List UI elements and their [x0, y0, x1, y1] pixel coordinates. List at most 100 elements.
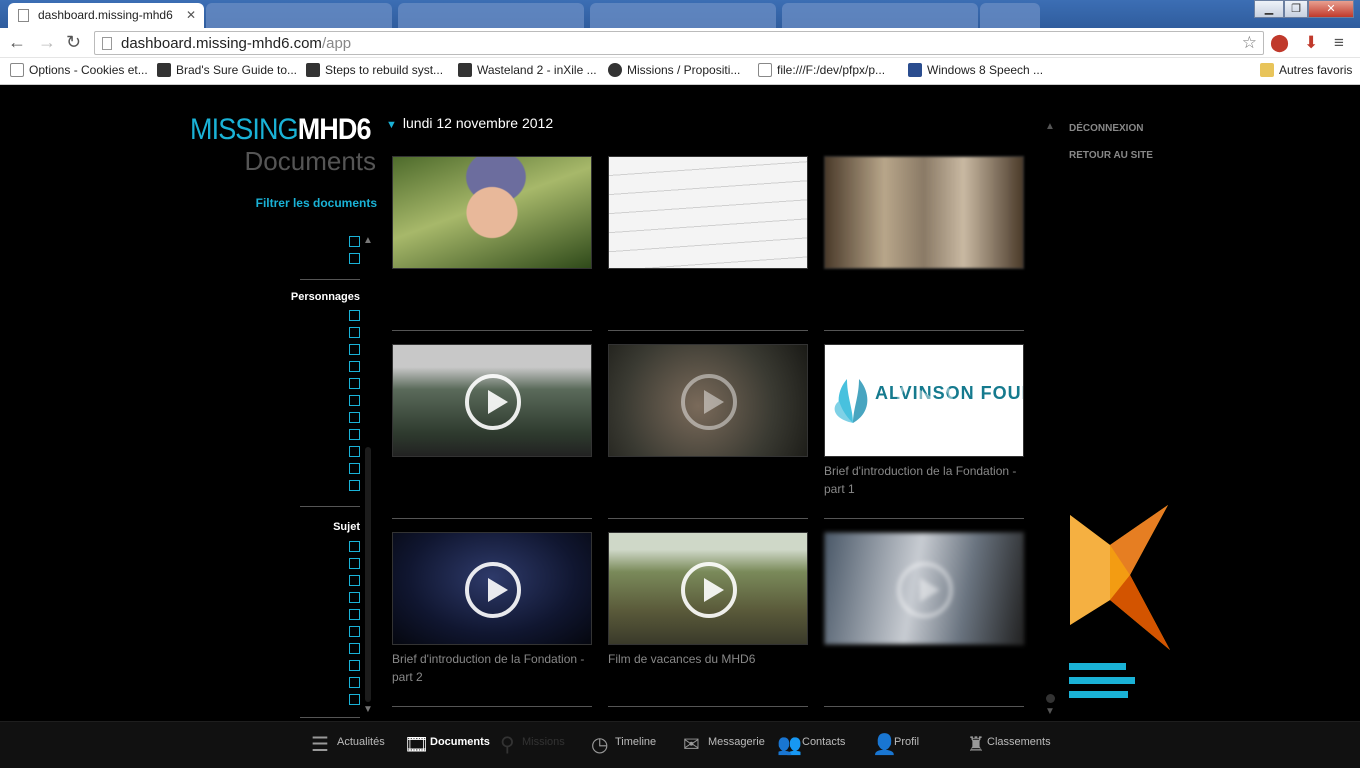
bookmark-1[interactable]: Brad's Sure Guide to... [157, 63, 297, 77]
filter-item[interactable] [200, 478, 360, 495]
back-to-site-link[interactable]: RETOUR AU SITE [1069, 150, 1153, 161]
filter-checkbox[interactable] [349, 694, 360, 705]
filter-checkbox[interactable] [349, 429, 360, 440]
maximize-icon[interactable]: ❐ [1284, 0, 1308, 18]
document-thumbnail[interactable] [608, 344, 808, 457]
hamburger-menu-icon[interactable] [1069, 663, 1135, 699]
filter-checkbox[interactable] [349, 609, 360, 620]
document-thumbnail[interactable] [824, 532, 1024, 645]
nav-contacts[interactable]: 👥 Contacts [777, 722, 857, 768]
filter-checkbox[interactable] [349, 327, 360, 338]
tab-background-3[interactable] [590, 3, 776, 28]
close-tab-icon[interactable]: ✕ [186, 3, 196, 28]
filter-checkbox[interactable] [349, 344, 360, 355]
nav-classements[interactable]: ♜ Classements [967, 722, 1057, 768]
filter-checkbox[interactable] [349, 463, 360, 474]
play-icon[interactable] [897, 562, 953, 618]
filter-item[interactable] [200, 325, 360, 342]
nav-profil[interactable]: 👤 Profil [872, 722, 932, 768]
tab-active[interactable]: dashboard.missing-mhd6 ✕ [8, 3, 204, 28]
filter-item[interactable] [200, 539, 360, 556]
adblock-icon[interactable]: ⬤ [1270, 33, 1289, 53]
document-card[interactable]: Brief d'introduction de la Fondation - p… [392, 532, 592, 708]
nav-timeline[interactable]: ◷ Timeline [591, 722, 671, 768]
filter-checkbox[interactable] [349, 378, 360, 389]
tab-background-1[interactable] [206, 3, 392, 28]
scroll-thumb[interactable] [365, 447, 371, 702]
document-thumbnail[interactable] [608, 532, 808, 645]
filter-item[interactable] [200, 624, 360, 641]
document-card[interactable] [824, 532, 1024, 708]
filter-item[interactable] [200, 308, 360, 325]
filter-checkbox[interactable] [349, 575, 360, 586]
menu-icon[interactable]: ≡ [1334, 33, 1344, 53]
filter-checkbox[interactable] [349, 253, 360, 264]
tab-background-2[interactable] [398, 3, 584, 28]
document-thumbnail[interactable] [824, 156, 1024, 269]
filter-checkbox[interactable] [349, 660, 360, 671]
date-selector[interactable]: ▼ lundi 12 novembre 2012 [386, 115, 553, 131]
filter-checkbox[interactable] [349, 310, 360, 321]
nav-messagerie[interactable]: ✉ Messagerie [683, 722, 773, 768]
other-bookmarks[interactable]: Autres favoris [1260, 63, 1352, 77]
tab-background-4[interactable] [782, 3, 978, 28]
filter-checkbox[interactable] [349, 395, 360, 406]
new-tab-button[interactable] [980, 3, 1040, 28]
document-card[interactable]: ALVINSON FOUNDATION Brief d'introduction… [824, 344, 1024, 520]
filter-scrollbar[interactable]: ▲ ▼ [363, 235, 373, 715]
filter-item[interactable] [200, 607, 360, 624]
filter-checkbox[interactable] [349, 541, 360, 552]
play-icon[interactable] [681, 374, 737, 430]
filter-checkbox[interactable] [349, 361, 360, 372]
document-thumbnail[interactable]: ALVINSON FOUNDATION [824, 344, 1024, 457]
scroll-down-icon[interactable]: ▼ [363, 704, 373, 715]
filter-checkbox[interactable] [349, 643, 360, 654]
filter-checkbox[interactable] [349, 626, 360, 637]
play-icon[interactable] [681, 562, 737, 618]
document-thumbnail[interactable] [608, 156, 808, 269]
bookmark-6[interactable]: Windows 8 Speech ... [908, 63, 1043, 77]
filter-item[interactable] [200, 393, 360, 410]
minimize-icon[interactable]: ▁ [1254, 0, 1284, 18]
document-card[interactable] [608, 344, 808, 520]
filter-checkbox[interactable] [349, 592, 360, 603]
filter-item[interactable] [200, 641, 360, 658]
filter-item[interactable] [200, 658, 360, 675]
logout-link[interactable]: DÉCONNEXION [1069, 123, 1143, 134]
filter-item[interactable] [200, 444, 360, 461]
filter-item[interactable] [200, 251, 360, 268]
filter-checkbox[interactable] [349, 558, 360, 569]
bookmark-star-icon[interactable]: ☆ [1242, 33, 1257, 53]
back-arrow-icon[interactable]: ← [8, 32, 26, 53]
filter-item[interactable] [200, 410, 360, 427]
document-card[interactable] [392, 344, 592, 520]
bookmark-0[interactable]: Options - Cookies et... [10, 63, 148, 77]
filter-checkbox[interactable] [349, 677, 360, 688]
document-card[interactable]: Film de vacances du MHD6 [608, 532, 808, 708]
filter-item[interactable] [200, 376, 360, 393]
filter-checkbox[interactable] [349, 446, 360, 457]
document-thumbnail[interactable] [392, 344, 592, 457]
document-card[interactable] [392, 156, 592, 332]
filter-item[interactable] [200, 461, 360, 478]
filter-item[interactable] [200, 675, 360, 692]
nav-actualites[interactable]: ☰ Actualités [311, 722, 391, 768]
close-window-icon[interactable]: ✕ [1308, 0, 1354, 18]
nav-documents[interactable]: 🎞 Documents [404, 722, 492, 768]
brand-logo[interactable]: MISSINGMHD6 [190, 113, 372, 147]
filter-item[interactable] [200, 234, 360, 251]
filter-item[interactable] [200, 692, 360, 709]
bookmark-3[interactable]: Wasteland 2 - inXile ... [458, 63, 597, 77]
filter-item[interactable] [200, 556, 360, 573]
filter-item[interactable] [200, 359, 360, 376]
filter-title[interactable]: Filtrer les documents [190, 196, 377, 210]
bookmark-2[interactable]: Steps to rebuild syst... [306, 63, 443, 77]
scroll-down-icon[interactable]: ▼ [1045, 706, 1055, 717]
bookmark-5[interactable]: file:///F:/dev/pfpx/p... [758, 63, 885, 77]
forward-arrow-icon[interactable]: → [38, 32, 56, 53]
document-card[interactable] [824, 156, 1024, 332]
play-icon[interactable] [465, 374, 521, 430]
download-arrow-icon[interactable]: ⬇ [1304, 33, 1318, 53]
bookmark-4[interactable]: Missions / Propositi... [608, 63, 740, 77]
play-icon[interactable] [897, 374, 953, 430]
